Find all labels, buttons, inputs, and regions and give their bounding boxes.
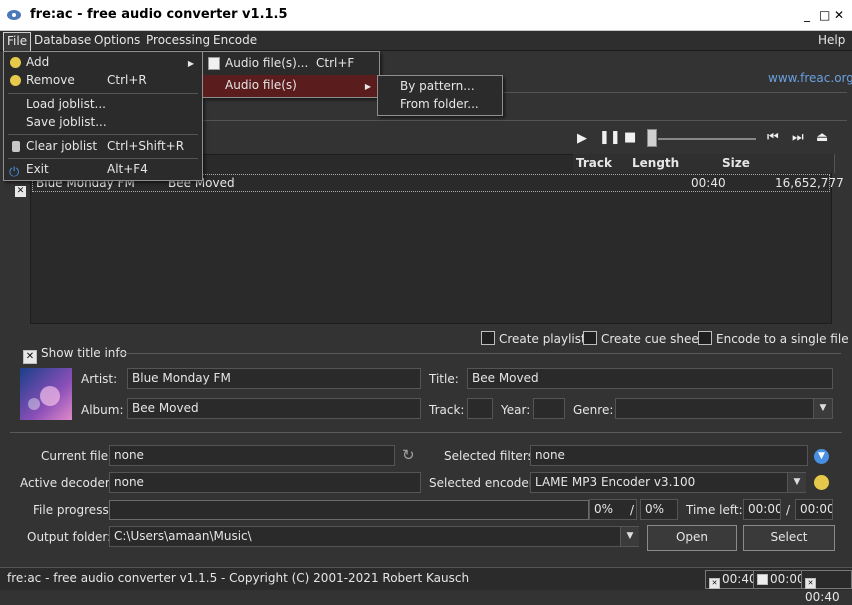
album-art [20, 368, 72, 420]
add-icon [10, 57, 21, 68]
current-file-label: Current file: [41, 449, 113, 463]
row-size: 16,652,777 [775, 176, 844, 190]
encode-single-file-option[interactable]: Encode to a single file [698, 331, 849, 346]
copyright-text: fre:ac - free audio converter v1.1.5 - C… [7, 571, 470, 585]
selected-filters-field: none [530, 445, 808, 466]
time-total-field: 00:00 [795, 499, 833, 520]
close-button[interactable]: ✕ [834, 8, 844, 22]
output-folder-label: Output folder: [27, 530, 112, 544]
menu-processing[interactable]: Processing [143, 32, 213, 50]
next-track-icon[interactable]: ⏭ [792, 130, 804, 145]
file-progress-label: File progress: [33, 503, 113, 517]
time-left-label: Time left: [686, 503, 743, 517]
status-time-3: ✕00:40 [801, 570, 852, 604]
title-bar: fre:ac - free audio converter v1.1.5 _ □… [0, 0, 852, 31]
create-playlist-option[interactable]: Create playlist [481, 331, 586, 346]
column-length[interactable]: Length [629, 154, 723, 173]
menu-clear-joblist[interactable]: Clear joblist Ctrl+Shift+R [4, 136, 202, 158]
encoder-select[interactable]: LAME MP3 Encoder v3.100 [530, 472, 806, 493]
track-label: Track: [429, 403, 465, 417]
time-separator: / [786, 503, 791, 517]
row-length: 00:40 [691, 176, 726, 190]
column-size[interactable]: Size [719, 154, 835, 173]
menu-file[interactable]: File [3, 32, 32, 52]
time-left-field: 00:00 [743, 499, 781, 520]
title-info-divider [119, 353, 841, 354]
stop-icon[interactable]: ■ [624, 130, 636, 145]
menu-remove[interactable]: Remove Ctrl+R [4, 70, 202, 92]
row-checkbox[interactable]: ✕ [15, 186, 26, 197]
column-track[interactable]: Track [573, 154, 633, 173]
active-decoder-field: none [109, 472, 421, 493]
submenu-arrow-icon: ▶ [364, 82, 371, 91]
app-icon [7, 10, 21, 20]
show-title-info-toggle[interactable]: ✕ Show title info [23, 346, 127, 364]
current-file-field: none [109, 445, 395, 466]
website-link[interactable]: www.freac.org [768, 71, 852, 85]
create-cue-sheet-option[interactable]: Create cue sheet [583, 331, 703, 346]
genre-select[interactable] [615, 398, 833, 419]
album-field[interactable]: Bee Moved [127, 398, 421, 419]
previous-track-icon[interactable]: ⏮ [767, 130, 779, 145]
clear-icon [12, 141, 20, 152]
seek-slider-track[interactable] [658, 138, 756, 140]
menu-add-audio-files-sub[interactable]: Audio file(s) ▶ [203, 75, 379, 97]
maximize-button[interactable]: □ [819, 8, 830, 22]
encoder-dropdown-icon[interactable]: ▼ [787, 473, 806, 492]
open-button[interactable]: Open [647, 525, 737, 551]
menu-options[interactable]: Options [91, 32, 143, 50]
selected-encoder-label: Selected encoder: [429, 476, 538, 490]
active-decoder-label: Active decoder: [20, 476, 114, 490]
selected-filters-label: Selected filters: [444, 449, 539, 463]
filter-icon[interactable]: ▼ [814, 449, 829, 464]
total-progress-percent: 0% [640, 499, 678, 520]
pause-icon[interactable]: ❚❚ [599, 130, 621, 145]
encoder-settings-icon[interactable] [814, 475, 829, 490]
progress-separator: / [630, 503, 635, 517]
audio-files-submenu: By pattern... From folder... [377, 75, 503, 116]
genre-dropdown-icon[interactable]: ▼ [813, 399, 832, 418]
menu-encode[interactable]: Encode [210, 32, 260, 50]
artist-field[interactable]: Blue Monday FM [127, 368, 421, 389]
track-field[interactable] [467, 398, 493, 419]
year-label: Year: [501, 403, 531, 417]
album-label: Album: [81, 403, 124, 417]
file-icon [208, 57, 220, 70]
artist-label: Artist: [81, 372, 118, 386]
seek-slider-handle[interactable] [647, 129, 657, 147]
add-submenu: Audio file(s)... Ctrl+F Audio file(s) ▶ [202, 51, 380, 98]
select-button[interactable]: Select [743, 525, 835, 551]
genre-label: Genre: [573, 403, 614, 417]
menu-separator [8, 134, 198, 135]
menu-bar: File Database Options Processing Encode … [0, 31, 852, 52]
refresh-icon[interactable]: ↻ [402, 446, 415, 464]
power-icon: ⏻ [9, 165, 20, 180]
menu-add-audio-files[interactable]: Audio file(s)... Ctrl+F [203, 53, 379, 75]
status-divider [10, 432, 842, 433]
title-label: Title: [429, 372, 459, 386]
year-field[interactable] [533, 398, 565, 419]
minimize-button[interactable]: _ [804, 8, 810, 22]
window-title: fre:ac - free audio converter v1.1.5 [30, 7, 288, 22]
menu-save-joblist[interactable]: Save joblist... [4, 112, 202, 134]
menu-from-folder[interactable]: From folder... [378, 94, 502, 116]
file-menu: Add ▶ Remove Ctrl+R Load joblist... Save… [3, 51, 203, 181]
play-icon[interactable]: ▶ [577, 131, 587, 146]
menu-help[interactable]: Help [815, 32, 848, 50]
menu-database[interactable]: Database [31, 32, 94, 50]
title-field[interactable]: Bee Moved [467, 368, 833, 389]
file-progress-bar [109, 500, 589, 520]
remove-icon [10, 75, 21, 86]
eject-icon[interactable]: ⏏ [816, 130, 828, 145]
output-folder-select[interactable]: C:\Users\amaan\Music\ [109, 526, 639, 547]
menu-exit[interactable]: ⏻ Exit Alt+F4 [4, 159, 202, 181]
output-folder-dropdown-icon[interactable]: ▼ [620, 527, 639, 546]
